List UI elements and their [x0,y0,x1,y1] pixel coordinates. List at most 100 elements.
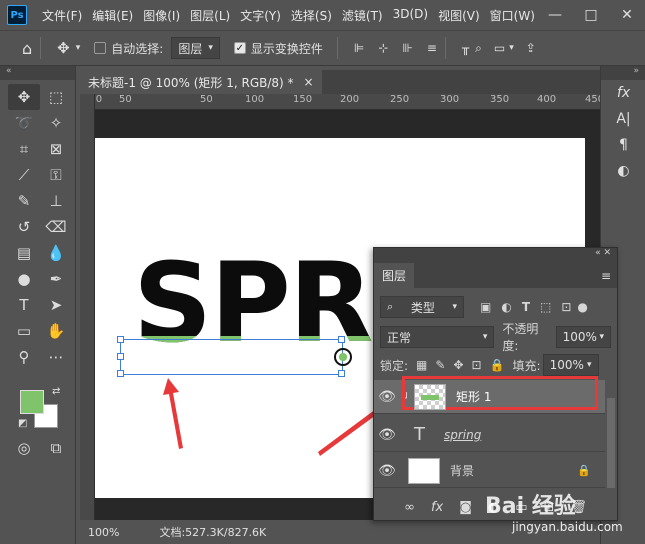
magic-wand-icon[interactable]: ✧ [40,110,72,136]
quick-mask-icon[interactable]: ◎ [14,438,34,458]
menu-3d[interactable]: 3D(D) [388,7,433,24]
foreground-color[interactable] [20,390,44,414]
history-brush-icon[interactable]: ↺ [8,214,40,240]
lock-position-icon[interactable]: ✥ [453,358,463,372]
maximize-button[interactable]: □ [573,7,609,23]
filter-shape-icon[interactable]: ⬚ [540,300,551,314]
layer-row-shape[interactable]: 👁 ↲ 矩形 1 [374,376,605,414]
gradient-tool-icon[interactable]: ▤ [8,240,40,266]
add-mask-icon[interactable]: ◙ [459,500,472,515]
collapse-icon[interactable]: » [601,66,645,80]
fx-icon[interactable]: fx [601,80,645,106]
zoom-level[interactable]: 100% [88,526,119,539]
swap-colors-icon[interactable]: ⇄ [52,386,60,397]
ruler-label: 450 [585,94,600,105]
distribute-icon[interactable]: ≡ [427,41,437,55]
home-icon[interactable]: ⌂ [22,39,32,58]
menu-select[interactable]: 选择(S) [286,7,337,24]
filter-adjust-icon[interactable]: ◐ [501,300,511,314]
transform-bounding-box[interactable] [117,336,345,377]
transform-handle[interactable] [117,370,124,377]
character-icon[interactable]: A| [601,106,645,132]
align-right-icon[interactable]: ⊪ [402,41,412,55]
blur-tool-icon[interactable]: 💧 [40,240,72,266]
frame-tool-icon[interactable]: ⊠ [40,136,72,162]
adjustments-icon[interactable]: ◐ [601,158,645,184]
eye-icon[interactable]: 👁 [374,427,400,443]
spot-heal-icon[interactable]: ⚿ [40,162,72,188]
minimize-button[interactable]: — [537,7,573,23]
link-layers-icon[interactable]: ∞ [404,500,415,515]
transform-handle[interactable] [338,336,345,343]
share-icon[interactable]: ⇪ [526,41,536,55]
layer-name: spring [444,427,482,442]
close-tab-button[interactable]: × [304,75,314,89]
eyedropper-icon[interactable]: ⟋ [8,162,40,188]
auto-select-checkbox[interactable]: 自动选择: [94,40,163,57]
eraser-tool-icon[interactable]: ⌫ [40,214,72,240]
show-transform-checkbox[interactable]: ✓ 显示变换控件 [233,40,323,57]
path-select-icon[interactable]: ➤ [40,292,72,318]
stamp-tool-icon[interactable]: ⊥ [40,188,72,214]
filter-toggle-icon[interactable]: ● [577,300,587,314]
menu-view[interactable]: 视图(V) [433,7,485,24]
more-tools-icon[interactable]: ⋯ [40,344,72,370]
lock-transparency-icon[interactable]: ▦ [416,358,427,372]
close-button[interactable]: ✕ [609,7,645,23]
filter-smart-icon[interactable]: ⊡ [561,300,571,314]
opacity-field[interactable]: 100% ▾ [555,326,611,348]
rectangle-tool-icon[interactable]: ▭ [8,318,40,344]
move-tool-icon[interactable]: ✥ ▾ [57,39,80,57]
transform-handle[interactable] [117,336,124,343]
type-tool-icon[interactable]: T [8,292,40,318]
align-center-icon[interactable]: ⊹ [378,41,388,55]
menu-window[interactable]: 窗口(W) [485,7,540,24]
eye-icon[interactable]: 👁 [374,463,400,479]
lock-artboard-icon[interactable]: ⊡ [472,358,482,372]
fill-field[interactable]: 100% ▾ [542,354,599,376]
hand-tool-icon[interactable]: ✋ [40,318,72,344]
layers-tab[interactable]: 图层 [374,263,415,288]
filter-type-icon[interactable]: T [522,300,530,314]
align-top-icon[interactable]: ╥ [462,41,469,55]
menu-edit[interactable]: 编辑(E) [87,7,138,24]
blend-mode-dropdown[interactable]: 正常 ▾ [380,326,495,348]
screen-mode-icon[interactable]: ⧉ [46,438,66,458]
default-colors-icon[interactable]: ◩ [18,418,27,429]
panel-menu-icon[interactable]: ≡ [601,269,611,283]
lasso-tool-icon[interactable]: ➰ [8,110,40,136]
reference-point-icon[interactable] [334,348,352,366]
brush-tool-icon[interactable]: ✎ [8,188,40,214]
filter-pixel-icon[interactable]: ▣ [480,300,491,314]
layers-scrollbar[interactable] [607,398,615,488]
paragraph-icon[interactable]: ¶ [601,132,645,158]
filter-type-dropdown[interactable]: ⌕ 类型 ▾ [380,296,464,318]
transform-handle[interactable] [117,353,124,360]
marquee-tool-icon[interactable]: ⬚ [40,84,72,110]
search-icon[interactable]: ⌕ [475,41,482,56]
layer-row-text[interactable]: 👁 T spring [374,418,605,452]
menu-layer[interactable]: 图层(L) [185,7,235,24]
menu-filter[interactable]: 滤镜(T) [337,7,388,24]
crop-tool-icon[interactable]: ⌗ [8,136,40,162]
lock-all-icon[interactable]: 🔒 [490,358,505,372]
document-tab[interactable]: 未标题-1 @ 100% (矩形 1, RGB/8) * × [80,70,322,94]
auto-select-target-dropdown[interactable]: 图层 ▾ [171,37,220,59]
panel-collapse-close[interactable]: « ✕ [374,248,617,262]
menu-image[interactable]: 图像(I) [138,7,185,24]
fx-icon[interactable]: fx [431,500,443,515]
align-left-icon[interactable]: ⊫ [354,41,364,55]
menu-file[interactable]: 文件(F) [37,7,87,24]
workspace-icon[interactable]: ▭ ▾ [494,41,514,55]
menu-type[interactable]: 文字(Y) [235,7,286,24]
layer-row-background[interactable]: 👁 背景 🔒 [374,454,605,488]
pen-tool-icon[interactable]: ✒ [40,266,72,292]
zoom-tool-icon[interactable]: ⚲ [8,344,40,370]
transform-handle[interactable] [338,370,345,377]
dodge-tool-icon[interactable]: ● [8,266,40,292]
lock-pixels-icon[interactable]: ✎ [435,358,445,372]
fill-label: 填充: [512,358,541,373]
move-tool-icon[interactable]: ✥ [8,84,40,110]
collapse-icon[interactable]: « [0,66,75,80]
eye-icon[interactable]: 👁 [374,389,400,405]
